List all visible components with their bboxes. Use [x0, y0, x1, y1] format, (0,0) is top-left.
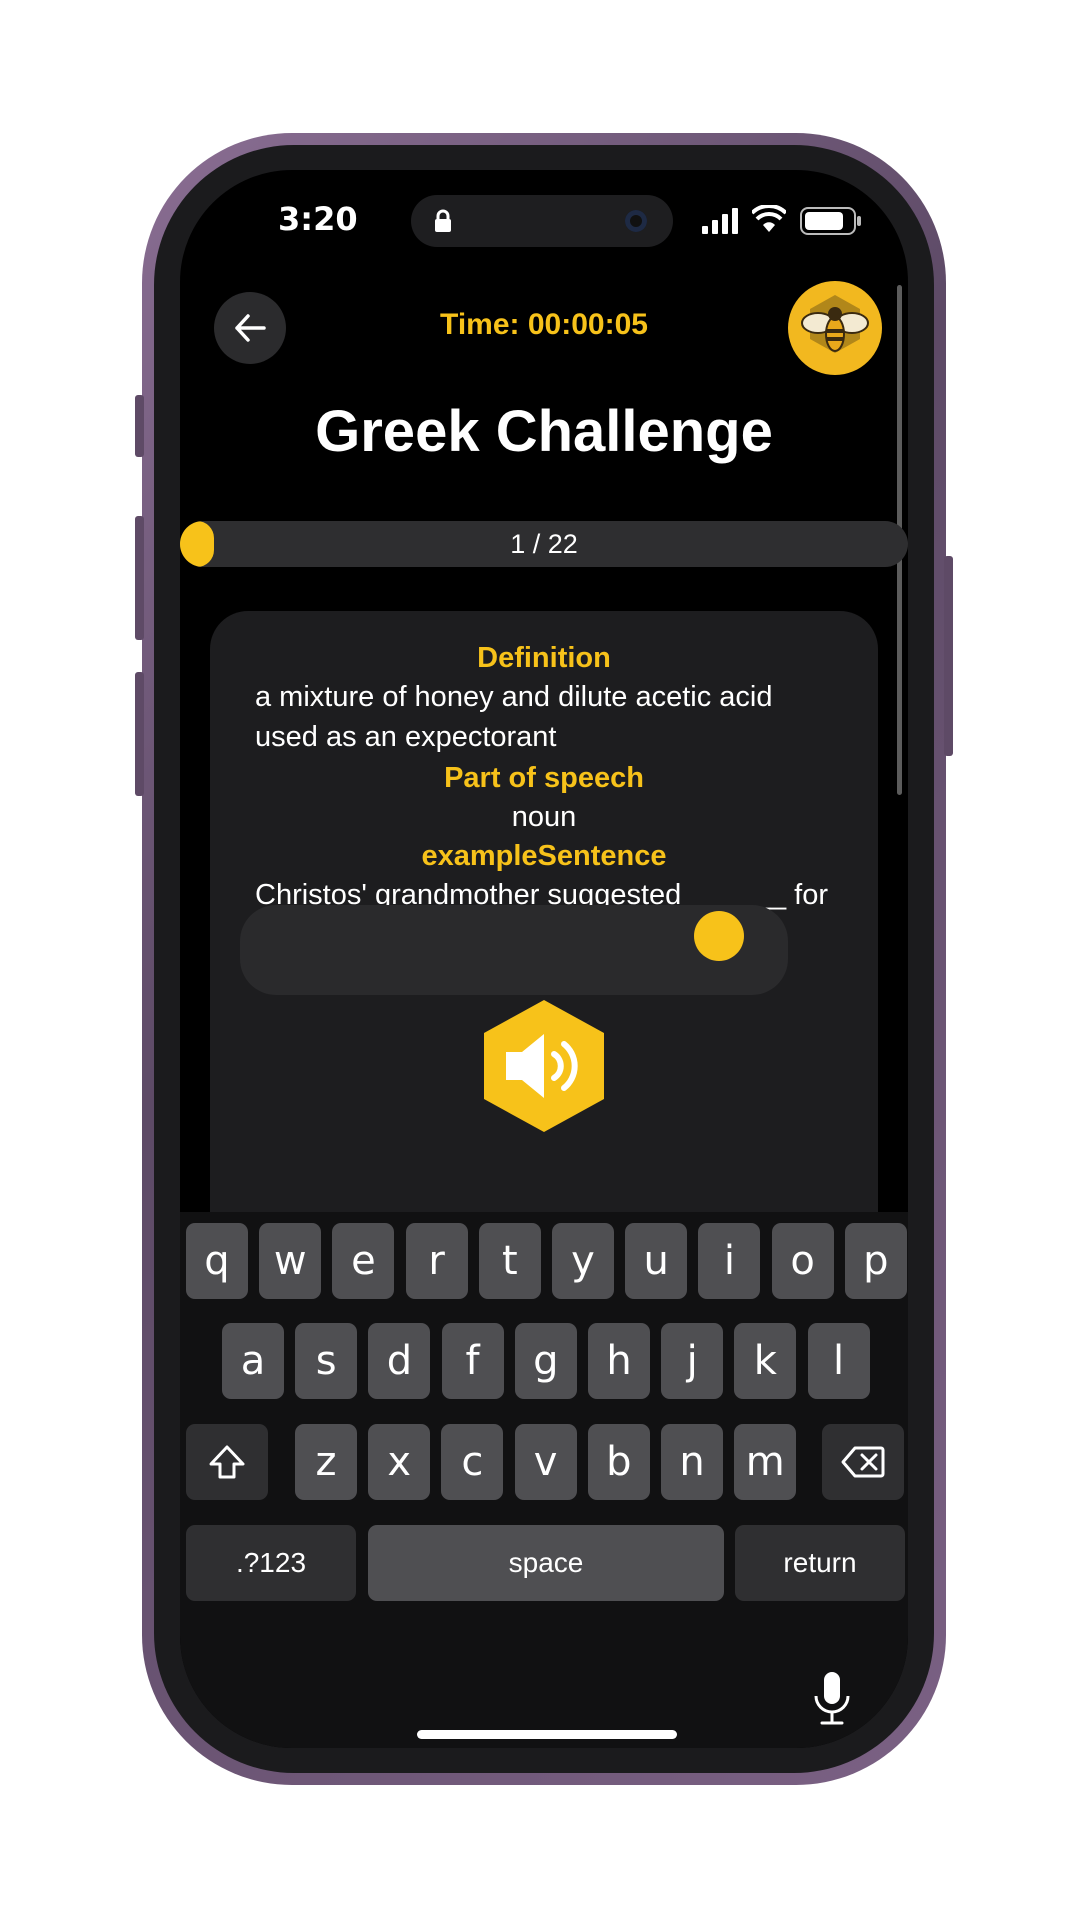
key-w[interactable]: w — [259, 1223, 322, 1299]
screen: 3:20 Time: 00:00:05 Greek Challenge 1 / … — [180, 170, 908, 1748]
key-e[interactable]: e — [332, 1223, 395, 1299]
home-indicator[interactable] — [417, 1730, 677, 1739]
key-x[interactable]: x — [368, 1424, 431, 1500]
side-button — [944, 556, 953, 756]
key-i[interactable]: i — [698, 1223, 761, 1299]
key-l[interactable]: l — [807, 1323, 870, 1399]
battery-icon — [800, 207, 861, 235]
camera-icon — [625, 210, 647, 232]
shift-icon — [209, 1445, 245, 1479]
key-f[interactable]: f — [441, 1323, 504, 1399]
progress-bar: 1 / 22 — [180, 521, 908, 567]
signal-icon — [702, 208, 738, 234]
key-k[interactable]: k — [734, 1323, 797, 1399]
key-g[interactable]: g — [514, 1323, 577, 1399]
key-d[interactable]: d — [368, 1323, 431, 1399]
speaker-button[interactable] — [476, 998, 612, 1134]
return-key[interactable]: return — [735, 1525, 905, 1601]
key-y[interactable]: y — [552, 1223, 614, 1299]
key-j[interactable]: j — [661, 1323, 724, 1399]
key-z[interactable]: z — [295, 1424, 357, 1500]
key-q[interactable]: q — [186, 1223, 248, 1299]
numbers-key[interactable]: .?123 — [186, 1525, 356, 1601]
key-v[interactable]: v — [514, 1424, 577, 1500]
key-u[interactable]: u — [625, 1223, 688, 1299]
space-key[interactable]: space — [368, 1525, 724, 1601]
key-m[interactable]: m — [734, 1424, 797, 1500]
side-button — [135, 395, 144, 457]
definition-heading: Definition — [477, 642, 611, 674]
side-button — [135, 672, 144, 796]
bee-avatar[interactable] — [788, 281, 882, 375]
keyboard: qwertyuiop asdfghjkl zxcvbnm .?123 space r… — [180, 1212, 908, 1748]
backspace-icon — [841, 1446, 885, 1478]
side-button — [135, 516, 144, 640]
page-title: Greek Challenge — [315, 399, 773, 464]
bee-icon — [801, 295, 869, 353]
key-s[interactable]: s — [295, 1323, 358, 1399]
shift-key[interactable] — [186, 1424, 268, 1500]
progress-label: 1 / 22 — [510, 529, 578, 559]
pos-text: noun — [511, 801, 577, 833]
key-r[interactable]: r — [405, 1223, 468, 1299]
definition-text: a mixture of honey and dilute acetic aci… — [255, 681, 773, 753]
key-p[interactable]: p — [844, 1223, 907, 1299]
pos-heading: Part of speech — [444, 762, 644, 794]
submit-button[interactable] — [694, 911, 744, 961]
key-b[interactable]: b — [587, 1424, 650, 1500]
key-h[interactable]: h — [588, 1323, 650, 1399]
key-t[interactable]: t — [478, 1223, 541, 1299]
microphone-icon[interactable] — [812, 1670, 852, 1726]
lock-icon — [435, 209, 451, 232]
wifi-icon — [752, 205, 786, 232]
key-a[interactable]: a — [222, 1323, 284, 1399]
dynamic-island — [411, 195, 673, 247]
key-c[interactable]: c — [441, 1424, 504, 1500]
status-time: 3:20 — [278, 200, 358, 238]
key-n[interactable]: n — [661, 1424, 723, 1500]
key-o[interactable]: o — [771, 1223, 834, 1299]
backspace-key[interactable] — [822, 1424, 904, 1500]
example-heading: exampleSentence — [421, 840, 667, 872]
